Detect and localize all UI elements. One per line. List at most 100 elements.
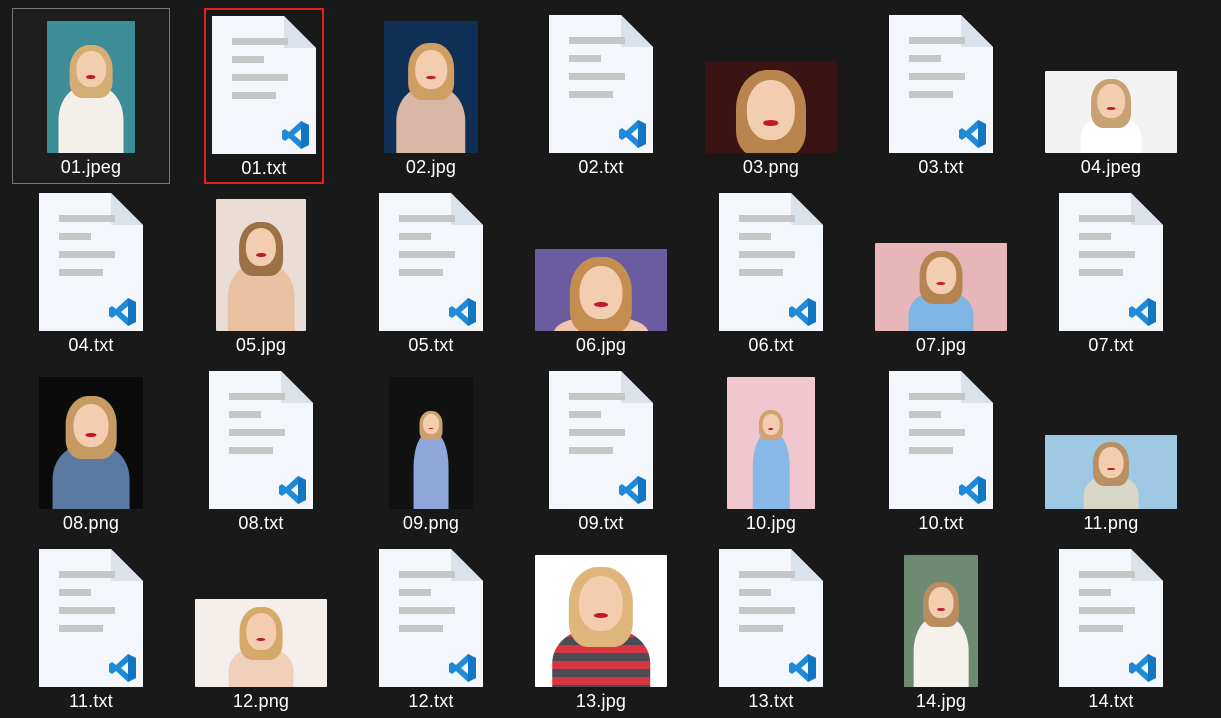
file-thumbnail [13, 187, 169, 331]
vscode-text-file-icon [1059, 549, 1163, 687]
image-thumbnail-icon [389, 377, 473, 509]
file-thumbnail [13, 543, 169, 687]
file-item[interactable]: 07.jpg [862, 186, 1020, 362]
file-item[interactable]: 06.jpg [522, 186, 680, 362]
file-thumbnail [693, 9, 849, 153]
file-item[interactable]: 12.txt [352, 542, 510, 718]
file-name-label: 10.jpg [745, 513, 797, 533]
image-thumbnail-icon [39, 377, 143, 509]
file-item[interactable]: 06.txt [692, 186, 850, 362]
file-thumbnail [523, 543, 679, 687]
image-thumbnail-icon [904, 555, 978, 687]
file-thumbnail [863, 187, 1019, 331]
vscode-text-file-icon [39, 549, 143, 687]
file-name-label: 07.jpg [915, 335, 967, 355]
file-thumbnail [863, 9, 1019, 153]
file-item[interactable]: 03.txt [862, 8, 1020, 184]
file-name-label: 03.png [742, 157, 800, 177]
file-thumbnail [13, 365, 169, 509]
file-item[interactable]: 02.txt [522, 8, 680, 184]
file-thumbnail [523, 187, 679, 331]
image-thumbnail-icon [535, 555, 667, 687]
image-thumbnail-icon [195, 599, 327, 687]
file-thumbnail [353, 9, 509, 153]
file-item[interactable]: 10.txt [862, 364, 1020, 540]
file-name-label: 05.txt [408, 335, 454, 355]
file-name-label: 04.jpeg [1080, 157, 1142, 177]
vscode-text-file-icon [719, 549, 823, 687]
file-item[interactable]: 08.png [12, 364, 170, 540]
file-name-label: 04.txt [68, 335, 114, 355]
image-thumbnail-icon [705, 61, 837, 153]
file-thumbnail [353, 365, 509, 509]
vscode-text-file-icon [39, 193, 143, 331]
file-name-label: 11.png [1083, 513, 1139, 533]
vscode-text-file-icon [1059, 193, 1163, 331]
file-name-label: 01.txt [241, 158, 287, 178]
file-item[interactable]: 09.txt [522, 364, 680, 540]
file-thumbnail [353, 543, 509, 687]
file-name-label: 09.txt [578, 513, 624, 533]
file-thumbnail [523, 9, 679, 153]
file-name-label: 01.jpeg [60, 157, 122, 177]
file-thumbnail [1033, 365, 1189, 509]
file-item[interactable]: 07.txt [1032, 186, 1190, 362]
file-thumbnail [863, 543, 1019, 687]
file-item[interactable]: 02.jpg [352, 8, 510, 184]
file-name-label: 12.txt [408, 691, 454, 711]
file-item[interactable]: 14.jpg [862, 542, 1020, 718]
file-thumbnail [183, 365, 339, 509]
file-item[interactable]: 13.txt [692, 542, 850, 718]
file-item[interactable]: 11.txt [12, 542, 170, 718]
file-item[interactable]: 01.jpeg [12, 8, 170, 184]
vscode-text-file-icon [209, 371, 313, 509]
file-thumbnail [1033, 9, 1189, 153]
vscode-text-file-icon [549, 371, 653, 509]
image-thumbnail-icon [216, 199, 306, 331]
file-item[interactable]: 11.png [1032, 364, 1190, 540]
file-thumbnail [863, 365, 1019, 509]
file-name-label: 13.txt [748, 691, 794, 711]
file-name-label: 07.txt [1088, 335, 1134, 355]
file-thumbnail [1033, 187, 1189, 331]
file-thumbnail [523, 365, 679, 509]
file-name-label: 10.txt [918, 513, 964, 533]
file-name-label: 13.jpg [575, 691, 627, 711]
file-item[interactable]: 05.jpg [182, 186, 340, 362]
file-name-label: 05.jpg [235, 335, 287, 355]
file-item[interactable]: 13.jpg [522, 542, 680, 718]
file-item[interactable]: 04.txt [12, 186, 170, 362]
vscode-text-file-icon [379, 549, 483, 687]
image-thumbnail-icon [1045, 71, 1177, 153]
file-name-label: 02.txt [578, 157, 624, 177]
file-thumbnail [693, 187, 849, 331]
file-thumbnail [353, 187, 509, 331]
file-item[interactable]: 09.png [352, 364, 510, 540]
file-item[interactable]: 05.txt [352, 186, 510, 362]
image-thumbnail-icon [727, 377, 815, 509]
image-thumbnail-icon [1045, 435, 1177, 509]
file-name-label: 11.txt [69, 691, 113, 711]
vscode-text-file-icon [212, 16, 316, 154]
file-name-label: 14.jpg [915, 691, 967, 711]
file-item[interactable]: 12.png [182, 542, 340, 718]
file-item[interactable]: 03.png [692, 8, 850, 184]
file-item[interactable]: 14.txt [1032, 542, 1190, 718]
file-thumbnail [183, 543, 339, 687]
file-name-label: 06.txt [748, 335, 794, 355]
file-item[interactable]: 08.txt [182, 364, 340, 540]
file-name-label: 12.png [232, 691, 290, 711]
vscode-text-file-icon [889, 371, 993, 509]
vscode-text-file-icon [889, 15, 993, 153]
file-name-label: 06.jpg [575, 335, 627, 355]
file-thumbnail [13, 9, 169, 153]
file-name-label: 08.png [62, 513, 120, 533]
file-name-label: 08.txt [238, 513, 284, 533]
vscode-text-file-icon [719, 193, 823, 331]
file-item[interactable]: 10.jpg [692, 364, 850, 540]
file-item[interactable]: 04.jpeg [1032, 8, 1190, 184]
image-thumbnail-icon [875, 243, 1007, 331]
file-thumbnail [693, 543, 849, 687]
file-thumbnail [206, 10, 322, 154]
file-item[interactable]: 01.txt [204, 8, 324, 184]
